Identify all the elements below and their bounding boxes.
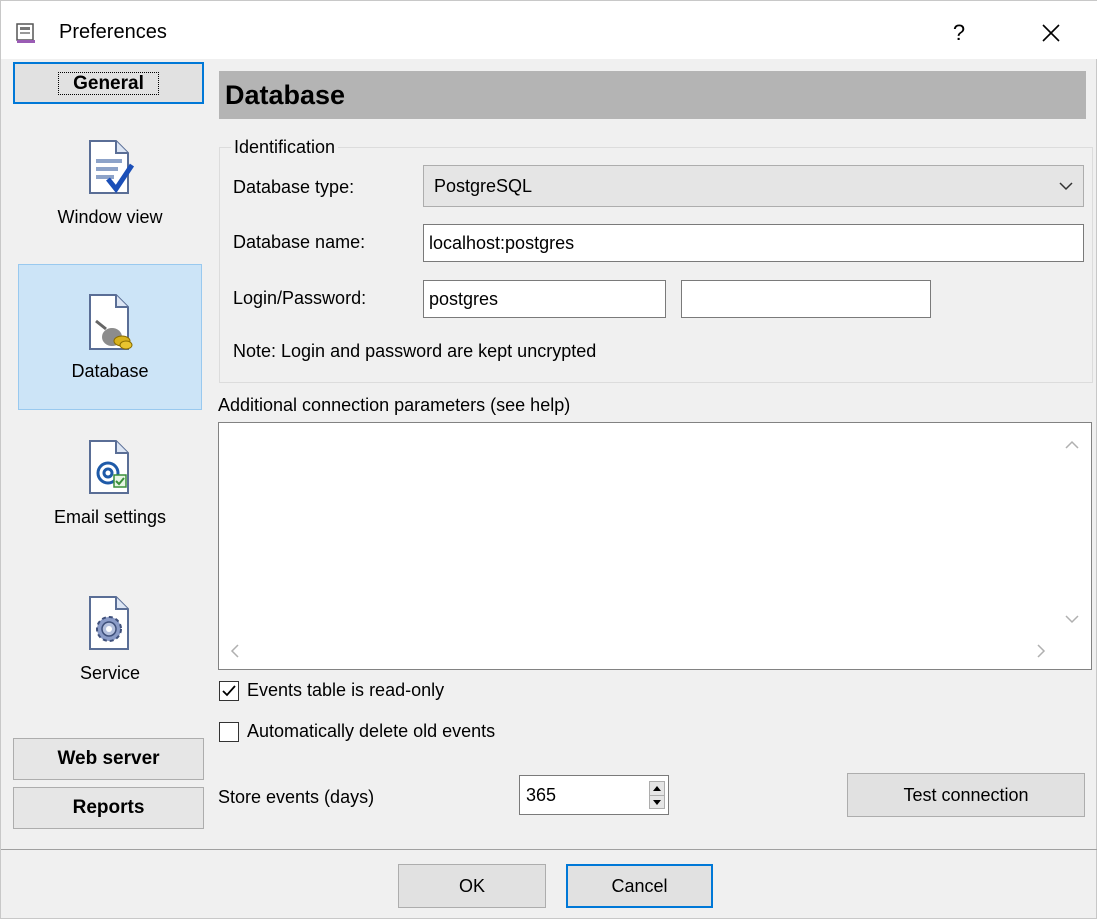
title-bar: Preferences ? xyxy=(1,1,1097,59)
close-icon xyxy=(1042,24,1060,42)
login-input[interactable]: postgres xyxy=(423,280,666,318)
scroll-down-icon[interactable] xyxy=(1063,607,1081,631)
help-button[interactable]: ? xyxy=(936,11,982,55)
footer-separator xyxy=(1,849,1097,850)
store-days-spinner[interactable]: 365 xyxy=(519,775,669,815)
sidebar-item-email-settings[interactable]: Email settings xyxy=(18,421,202,567)
database-type-label: Database type: xyxy=(233,177,355,197)
autodelete-checkbox[interactable] xyxy=(219,722,239,742)
database-plug-icon xyxy=(89,294,133,350)
spin-up-icon[interactable] xyxy=(650,782,664,795)
store-days-value: 365 xyxy=(526,785,557,805)
sidebar-item-label: Window view xyxy=(57,207,163,227)
section-title: Database xyxy=(219,71,1086,119)
database-type-value: PostgreSQL xyxy=(434,176,533,196)
sidebar-item-label: Email settings xyxy=(53,507,167,527)
sidebar-item-window-view[interactable]: Window view xyxy=(18,119,202,265)
ok-button[interactable]: OK xyxy=(398,864,546,908)
category-general-label: General xyxy=(58,72,159,95)
sidebar-item-service[interactable]: Service xyxy=(18,577,202,723)
window-view-icon xyxy=(89,140,134,194)
database-name-input[interactable]: localhost:postgres xyxy=(423,224,1084,262)
readonly-checkbox[interactable] xyxy=(219,681,239,701)
scroll-left-icon[interactable] xyxy=(225,641,245,661)
window-title: Preferences xyxy=(59,21,167,43)
spin-down-icon[interactable] xyxy=(650,796,664,809)
database-type-select[interactable]: PostgreSQL xyxy=(423,165,1084,207)
category-general-button[interactable]: General xyxy=(13,62,204,104)
readonly-label[interactable]: Events table is read-only xyxy=(247,680,444,701)
close-button[interactable] xyxy=(1021,11,1081,55)
preferences-dialog: Preferences ? General Window view Databa… xyxy=(0,0,1097,919)
connection-params-label: Additional connection parameters (see he… xyxy=(218,395,571,415)
service-gear-icon xyxy=(89,596,129,650)
store-events-label: Store events (days) xyxy=(218,787,375,807)
spin-buttons[interactable] xyxy=(649,781,665,809)
cancel-button[interactable]: Cancel xyxy=(566,864,713,908)
chevron-down-icon xyxy=(1059,182,1073,191)
category-web-server-button[interactable]: Web server xyxy=(13,738,204,780)
sidebar-item-database[interactable]: Database xyxy=(18,264,202,410)
login-password-label: Login/Password: xyxy=(233,288,367,308)
password-input[interactable] xyxy=(681,280,931,318)
sidebar-item-label: Service xyxy=(79,663,141,683)
autodelete-label[interactable]: Automatically delete old events xyxy=(247,721,495,742)
database-name-label: Database name: xyxy=(233,232,366,252)
scroll-right-icon[interactable] xyxy=(1031,641,1051,661)
app-icon xyxy=(16,23,35,43)
connection-params-textarea[interactable] xyxy=(218,422,1092,670)
identification-legend: Identification xyxy=(231,137,339,158)
category-reports-button[interactable]: Reports xyxy=(13,787,204,829)
credentials-note: Note: Login and password are kept uncryp… xyxy=(233,341,597,361)
scroll-up-icon[interactable] xyxy=(1063,433,1081,457)
test-connection-button[interactable]: Test connection xyxy=(847,773,1085,817)
sidebar-item-label: Database xyxy=(71,361,149,381)
checkmark-icon xyxy=(222,685,236,697)
email-icon xyxy=(89,440,129,494)
